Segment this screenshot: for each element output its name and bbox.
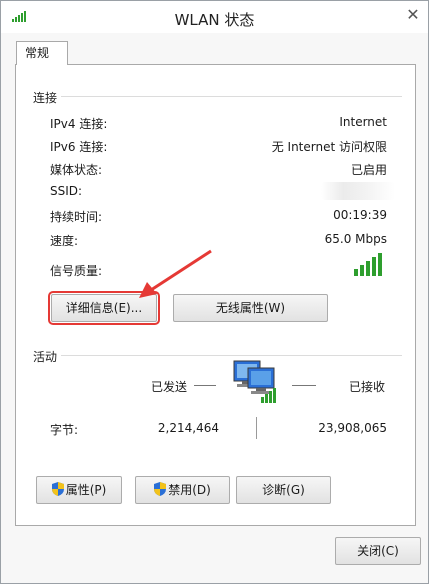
close-button[interactable]: 关闭(C)	[335, 537, 421, 565]
details-button[interactable]: 详细信息(E)...	[48, 291, 160, 325]
received-line	[292, 385, 316, 386]
shield-icon	[51, 482, 64, 496]
close-icon[interactable]: ✕	[402, 5, 424, 25]
bytes-received-value: 23,908,065	[318, 421, 387, 435]
duration-label: 持续时间:	[50, 210, 103, 224]
window-title: WLAN 状态	[174, 11, 255, 29]
bytes-sent-value: 2,214,464	[157, 421, 219, 435]
properties-button-label: 属性(P)	[65, 483, 107, 497]
connection-section-label: 连接	[33, 89, 62, 106]
media-state-value: 已启用	[350, 163, 387, 177]
ssid-label: SSID:	[50, 184, 83, 198]
signal-quality-label: 信号质量:	[50, 264, 103, 278]
disable-button[interactable]: 禁用(D)	[135, 476, 230, 504]
tab-general[interactable]: 常规	[16, 41, 68, 65]
sent-line	[194, 385, 216, 386]
duration-value: 00:19:39	[333, 208, 387, 222]
sent-label: 已发送	[151, 380, 188, 394]
signal-strength-icon	[354, 253, 382, 276]
ipv6-label: IPv6 连接:	[50, 140, 108, 154]
disable-button-label: 禁用(D)	[168, 483, 211, 497]
media-state-label: 媒体状态:	[50, 163, 103, 177]
wlan-status-window: WLAN 状态 ✕ 常规 连接 IPv4 连接: Internet IPv6 连…	[0, 0, 429, 584]
shield-icon	[154, 482, 167, 496]
activity-section-label: 活动	[33, 348, 62, 365]
network-computers-icon	[233, 360, 276, 403]
ipv6-value: 无 Internet 访问权限	[271, 140, 387, 154]
ipv4-label: IPv4 连接:	[50, 117, 108, 131]
activity-divider	[60, 355, 402, 356]
properties-button[interactable]: 属性(P)	[36, 476, 122, 504]
general-panel: 连接 IPv4 连接: Internet IPv6 连接: 无 Internet…	[15, 64, 416, 526]
ssid-value-redacted	[321, 182, 395, 200]
speed-value: 65.0 Mbps	[324, 232, 387, 246]
bytes-divider	[256, 417, 257, 439]
bytes-label: 字节:	[50, 423, 79, 437]
wireless-properties-button[interactable]: 无线属性(W)	[173, 294, 328, 322]
title-bar[interactable]: WLAN 状态 ✕	[1, 1, 428, 33]
ipv4-value: Internet	[339, 115, 387, 129]
received-label: 已接收	[349, 380, 386, 394]
speed-label: 速度:	[50, 234, 79, 248]
diagnose-button[interactable]: 诊断(G)	[236, 476, 331, 504]
connection-divider	[60, 96, 402, 97]
